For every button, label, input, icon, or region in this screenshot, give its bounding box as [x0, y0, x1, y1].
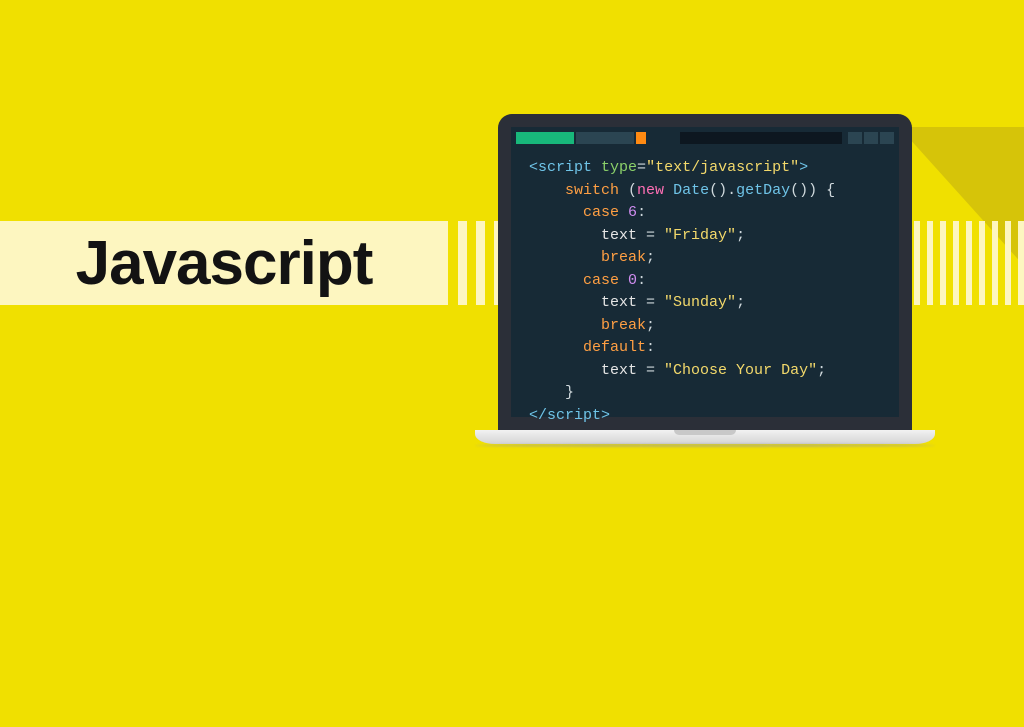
code-token: new [637, 182, 664, 199]
bar [940, 221, 946, 305]
bar [1018, 221, 1024, 305]
tab-active [516, 132, 574, 144]
laptop-frame: <script type="text/javascript"> switch (… [498, 114, 912, 430]
laptop-screen: <script type="text/javascript"> switch (… [511, 127, 899, 417]
page-title: Javascript [76, 228, 373, 299]
laptop-shadow [899, 127, 1024, 727]
code-token: text [601, 294, 637, 311]
laptop-base [475, 430, 935, 444]
code-token: ; [817, 362, 826, 379]
bar [979, 221, 985, 305]
code-token: = [637, 294, 664, 311]
decorative-bars-left [458, 221, 503, 305]
code-token: "text/javascript" [646, 159, 799, 176]
laptop: <script type="text/javascript"> switch (… [498, 114, 912, 447]
tab-marker [636, 132, 646, 144]
bar [1005, 221, 1011, 305]
window-close-icon [880, 132, 894, 144]
bar [476, 221, 485, 305]
code-token: = [637, 159, 646, 176]
bar [914, 221, 920, 305]
editor-tabbar [516, 132, 894, 144]
window-min-icon [848, 132, 862, 144]
code-token: ; [736, 227, 745, 244]
code-token: text [601, 227, 637, 244]
bar [953, 221, 959, 305]
code-token: ; [646, 317, 655, 334]
code-token: = [637, 362, 664, 379]
code-token: script [547, 407, 601, 424]
code-token: > [799, 159, 808, 176]
tab-inactive [576, 132, 634, 144]
code-token: = [637, 227, 664, 244]
code-token: case [583, 272, 619, 289]
code-token: getDay [736, 182, 790, 199]
tab-panel [680, 132, 842, 144]
code-token: "Sunday" [664, 294, 736, 311]
window-max-icon [864, 132, 878, 144]
code-token: 0 [628, 272, 637, 289]
code-token: ; [646, 249, 655, 266]
code-token: ; [736, 294, 745, 311]
code-token: "Choose Your Day" [664, 362, 817, 379]
bar [992, 221, 998, 305]
code-token: break [601, 317, 646, 334]
code-token: case [583, 204, 619, 221]
bar [966, 221, 972, 305]
code-token: switch [565, 182, 619, 199]
bar [927, 221, 933, 305]
code-token: "Friday" [664, 227, 736, 244]
code-token: } [565, 384, 574, 401]
code-token: text [601, 362, 637, 379]
laptop-base-shadow [475, 444, 935, 447]
code-token: </ [529, 407, 547, 424]
tab-spacer [646, 132, 680, 144]
bar [458, 221, 467, 305]
code-token: break [601, 249, 646, 266]
code-token: > [601, 407, 610, 424]
code-token: type [601, 159, 637, 176]
code-token: default [583, 339, 646, 356]
title-band: Javascript [0, 221, 448, 305]
code-editor-content: <script type="text/javascript"> switch (… [529, 157, 835, 427]
code-token: <script [529, 159, 592, 176]
code-token: { [826, 182, 835, 199]
code-token: Date [673, 182, 709, 199]
code-token: 6 [628, 204, 637, 221]
